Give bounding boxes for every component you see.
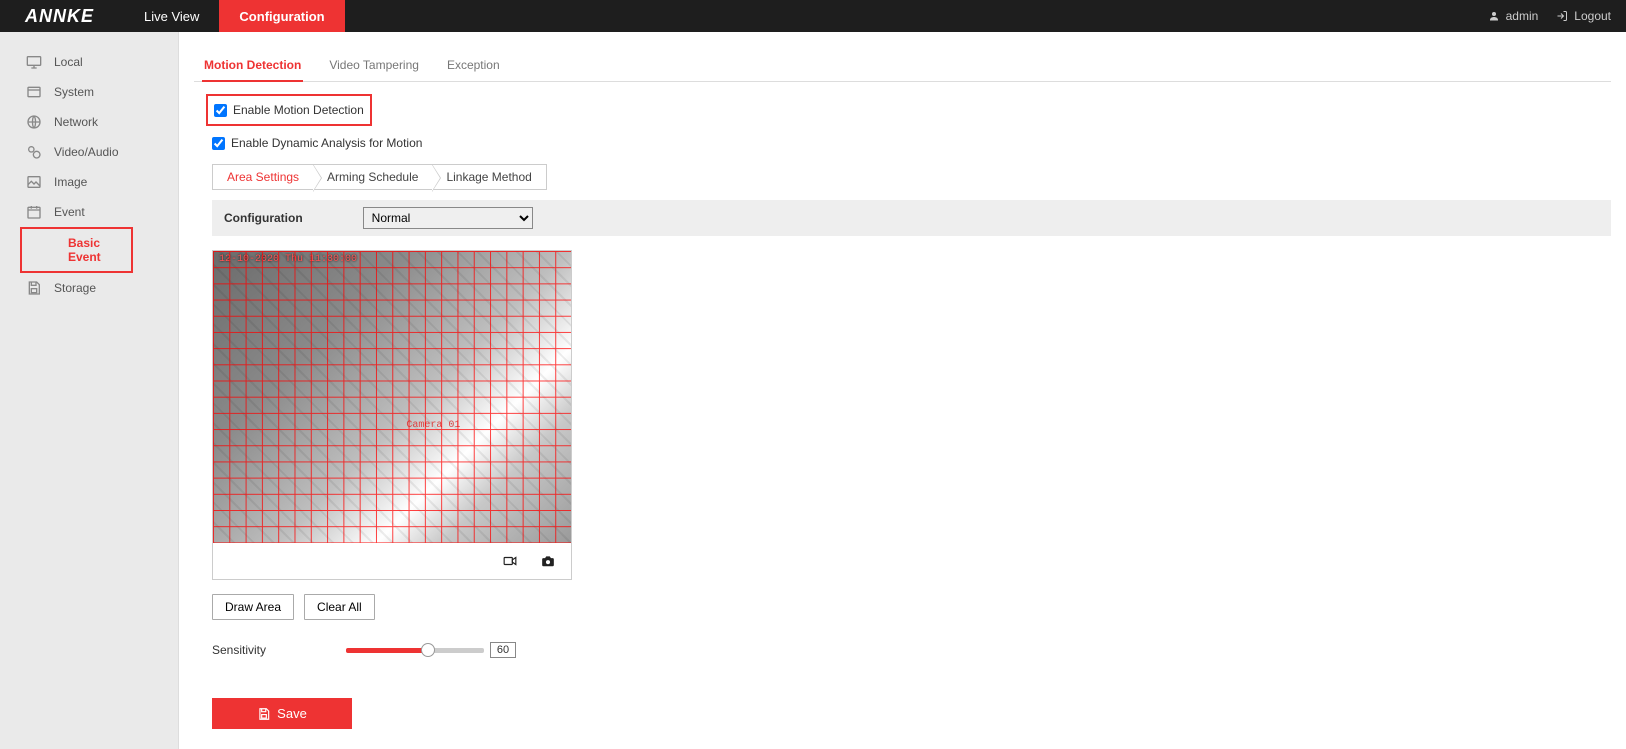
tab-motion-detection[interactable]: Motion Detection <box>202 50 303 82</box>
sidebar-sub-highlight: Basic Event <box>20 227 133 273</box>
sidebar-item-image[interactable]: Image <box>0 167 178 197</box>
nav-live-view[interactable]: Live View <box>124 0 219 32</box>
sidebar-label: Storage <box>54 281 96 295</box>
layout: Local System Network Video/Audio Image E… <box>0 32 1626 749</box>
header-left: ANNKE Live View Configuration <box>15 0 345 32</box>
logout-icon <box>1556 10 1568 22</box>
checkbox-row-enable-dynamic: Enable Dynamic Analysis for Motion <box>212 132 1611 154</box>
user-icon <box>1488 10 1500 22</box>
user-label: admin <box>1506 9 1539 23</box>
sidebar-item-network[interactable]: Network <box>0 107 178 137</box>
sidebar-item-system[interactable]: System <box>0 77 178 107</box>
tab-video-tampering[interactable]: Video Tampering <box>327 50 421 81</box>
arrow-tab-arming-schedule[interactable]: Arming Schedule <box>313 165 432 189</box>
video-panel: 12-10-2020 Thu 11:30:00 Camera 01 <box>212 250 572 580</box>
sidebar: Local System Network Video/Audio Image E… <box>0 32 179 749</box>
arrow-tabs: Area Settings Arming Schedule Linkage Me… <box>212 164 547 190</box>
draw-area-button[interactable]: Draw Area <box>212 594 294 620</box>
sensitivity-control: 60 <box>346 642 516 658</box>
logout-block[interactable]: Logout <box>1556 9 1611 23</box>
user-block[interactable]: admin <box>1488 9 1539 23</box>
save-icon <box>257 707 271 721</box>
logout-label: Logout <box>1574 9 1611 23</box>
logo: ANNKE <box>15 6 124 27</box>
save-button[interactable]: Save <box>212 698 352 729</box>
sensitivity-slider[interactable] <box>346 648 484 653</box>
checkbox-enable-dynamic[interactable] <box>212 137 225 150</box>
av-icon <box>26 144 42 160</box>
snapshot-icon[interactable] <box>539 554 557 568</box>
nav-configuration[interactable]: Configuration <box>219 0 344 32</box>
motion-grid-overlay <box>213 251 571 543</box>
clear-all-button[interactable]: Clear All <box>304 594 375 620</box>
configuration-select[interactable]: Normal <box>363 207 533 229</box>
sidebar-label: Local <box>54 55 83 69</box>
save-icon <box>26 280 42 296</box>
sensitivity-value[interactable]: 60 <box>490 642 516 658</box>
sidebar-label: Network <box>54 115 98 129</box>
configuration-label: Configuration <box>224 211 303 225</box>
configuration-row: Configuration Normal <box>212 200 1611 236</box>
sidebar-item-basic-event[interactable]: Basic Event <box>22 229 131 271</box>
system-icon <box>26 84 42 100</box>
save-label: Save <box>277 706 307 721</box>
arrow-tab-area-settings[interactable]: Area Settings <box>213 165 313 189</box>
sidebar-item-storage[interactable]: Storage <box>0 273 178 303</box>
form-area: Enable Motion Detection Enable Dynamic A… <box>194 82 1611 729</box>
event-subtabs: Motion Detection Video Tampering Excepti… <box>194 50 1611 82</box>
sidebar-label: System <box>54 85 94 99</box>
content: Motion Detection Video Tampering Excepti… <box>179 32 1626 749</box>
checkbox-label: Enable Dynamic Analysis for Motion <box>231 136 422 150</box>
record-icon[interactable] <box>501 554 519 568</box>
button-row: Draw Area Clear All <box>212 594 1611 620</box>
image-icon <box>26 174 42 190</box>
sidebar-item-event[interactable]: Event <box>0 197 178 227</box>
tab-exception[interactable]: Exception <box>445 50 502 81</box>
sidebar-label: Event <box>54 205 85 219</box>
calendar-icon <box>26 204 42 220</box>
sensitivity-row: Sensitivity 60 <box>212 642 1611 658</box>
video-controls <box>213 543 571 579</box>
arrow-tab-linkage-method[interactable]: Linkage Method <box>432 165 545 189</box>
checkbox-enable-motion[interactable] <box>214 104 227 117</box>
sidebar-label: Image <box>54 175 87 189</box>
sidebar-label: Video/Audio <box>54 145 119 159</box>
sensitivity-label: Sensitivity <box>212 643 266 657</box>
globe-icon <box>26 114 42 130</box>
slider-thumb[interactable] <box>421 643 435 657</box>
video-feed[interactable]: 12-10-2020 Thu 11:30:00 Camera 01 <box>213 251 571 543</box>
highlight-enable-motion: Enable Motion Detection <box>206 94 372 126</box>
sidebar-item-local[interactable]: Local <box>0 47 178 77</box>
checkbox-row-enable-motion: Enable Motion Detection <box>214 99 364 121</box>
checkbox-label: Enable Motion Detection <box>233 103 364 117</box>
header-right: admin Logout <box>1488 9 1611 23</box>
top-header: ANNKE Live View Configuration admin Logo… <box>0 0 1626 32</box>
monitor-icon <box>26 54 42 70</box>
sidebar-item-video-audio[interactable]: Video/Audio <box>0 137 178 167</box>
